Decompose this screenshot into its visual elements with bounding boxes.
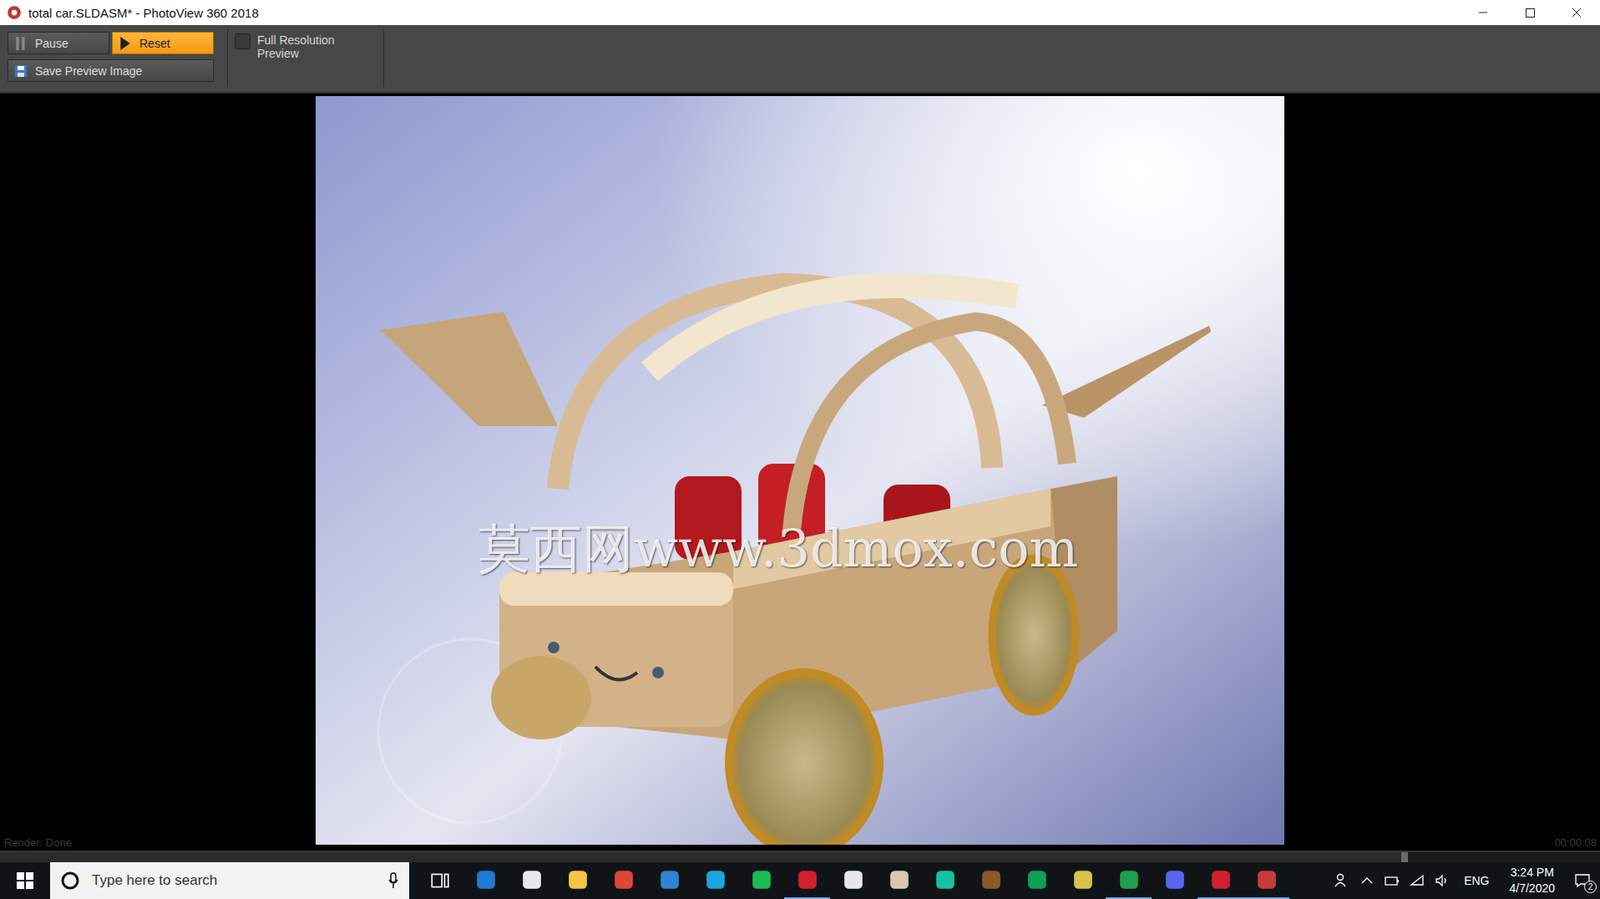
save-icon (15, 64, 27, 78)
watermark: 莫西网www.3dmox.com (478, 513, 1079, 584)
render-elapsed: 00:00:08 (1554, 835, 1597, 849)
minimize-icon[interactable] (1459, 0, 1507, 26)
microphone-icon[interactable] (387, 871, 400, 889)
taskbar-app[interactable] (692, 861, 739, 899)
taskbar-app[interactable] (1013, 861, 1060, 899)
maximize-icon[interactable] (1506, 0, 1554, 26)
clock[interactable]: 3:24 PM 4/7/2020 (1509, 864, 1556, 897)
app-icon (612, 868, 635, 891)
app-icon (1210, 868, 1232, 891)
taskbar-app[interactable] (784, 861, 831, 899)
photoview-window: total car.SLDASM* - PhotoView 360 2018 P… (0, 0, 1600, 899)
window-title: total car.SLDASM* - PhotoView 360 2018 (28, 5, 259, 21)
taskbar-app[interactable] (1197, 861, 1244, 899)
task-view-icon[interactable] (429, 869, 451, 892)
checkbox[interactable] (234, 33, 251, 50)
app-icon (567, 868, 589, 891)
app-icon (658, 868, 681, 891)
app-icon (980, 868, 1003, 891)
taskbar-app[interactable] (738, 861, 785, 899)
render-viewport: 莫西网www.3dmox.com Render: Done 00:00:08 (0, 93, 1600, 851)
render-progress (0, 850, 1600, 862)
app-icon (1164, 868, 1186, 891)
battery-icon[interactable] (1383, 871, 1401, 889)
taskbar: Type here to search ENG 3:24 PM 4/7/2020… (0, 861, 1600, 899)
title-bar: total car.SLDASM* - PhotoView 360 2018 (0, 0, 1600, 26)
pause-button[interactable]: Pause (7, 31, 110, 55)
volume-icon[interactable] (1433, 871, 1451, 889)
toolbar: Pause Reset Save Preview Image Full Reso… (0, 25, 1600, 94)
taskbar-app[interactable] (646, 861, 693, 899)
app-icon (1118, 868, 1140, 891)
progress-thumb[interactable] (1401, 851, 1408, 862)
language-indicator[interactable]: ENG (1463, 873, 1489, 887)
taskbar-app[interactable] (830, 861, 876, 899)
render-image: 莫西网www.3dmox.com (315, 96, 1285, 845)
taskbar-app[interactable] (1059, 861, 1106, 899)
action-center[interactable]: 2 (1569, 867, 1595, 893)
notification-badge: 2 (1584, 880, 1597, 893)
play-icon (119, 36, 132, 51)
car-render-icon (315, 96, 1285, 845)
taskbar-app[interactable] (508, 861, 555, 899)
pause-icon (15, 36, 27, 51)
taskbar-app[interactable] (875, 861, 922, 899)
app-icon (934, 868, 957, 891)
app-icon (475, 868, 497, 891)
system-tray: ENG 3:24 PM 4/7/2020 2 (1333, 864, 1600, 897)
full-resolution-checkbox[interactable]: Full Resolution Preview (234, 25, 377, 92)
chevron-up-icon[interactable] (1358, 871, 1376, 889)
app-icon (888, 868, 911, 891)
app-icon (796, 868, 819, 891)
app-icon (1255, 868, 1278, 891)
app-icon (842, 868, 865, 891)
render-status: Render: Done (4, 835, 72, 849)
app-icon (704, 868, 727, 891)
app-icon (521, 868, 543, 891)
taskbar-app[interactable] (1105, 861, 1152, 899)
wifi-icon[interactable] (1408, 871, 1426, 889)
windows-start-icon[interactable] (16, 871, 34, 889)
app-icon (1026, 868, 1049, 891)
taskbar-app[interactable] (1243, 861, 1290, 899)
search-box[interactable]: Type here to search (50, 861, 410, 899)
photoview-icon (6, 5, 22, 21)
taskbar-app[interactable] (554, 861, 601, 899)
save-preview-button[interactable]: Save Preview Image (7, 59, 214, 82)
cortana-icon (60, 870, 81, 891)
taskbar-app[interactable] (921, 861, 968, 899)
taskbar-app[interactable] (967, 861, 1014, 899)
taskbar-app[interactable] (1151, 861, 1198, 899)
close-icon[interactable] (1553, 0, 1600, 26)
taskbar-app[interactable] (462, 861, 509, 899)
taskbar-app[interactable] (600, 861, 647, 899)
reset-button[interactable]: Reset (111, 31, 214, 55)
people-icon[interactable] (1333, 871, 1351, 889)
app-icon (750, 868, 773, 891)
app-icon (1072, 868, 1094, 891)
